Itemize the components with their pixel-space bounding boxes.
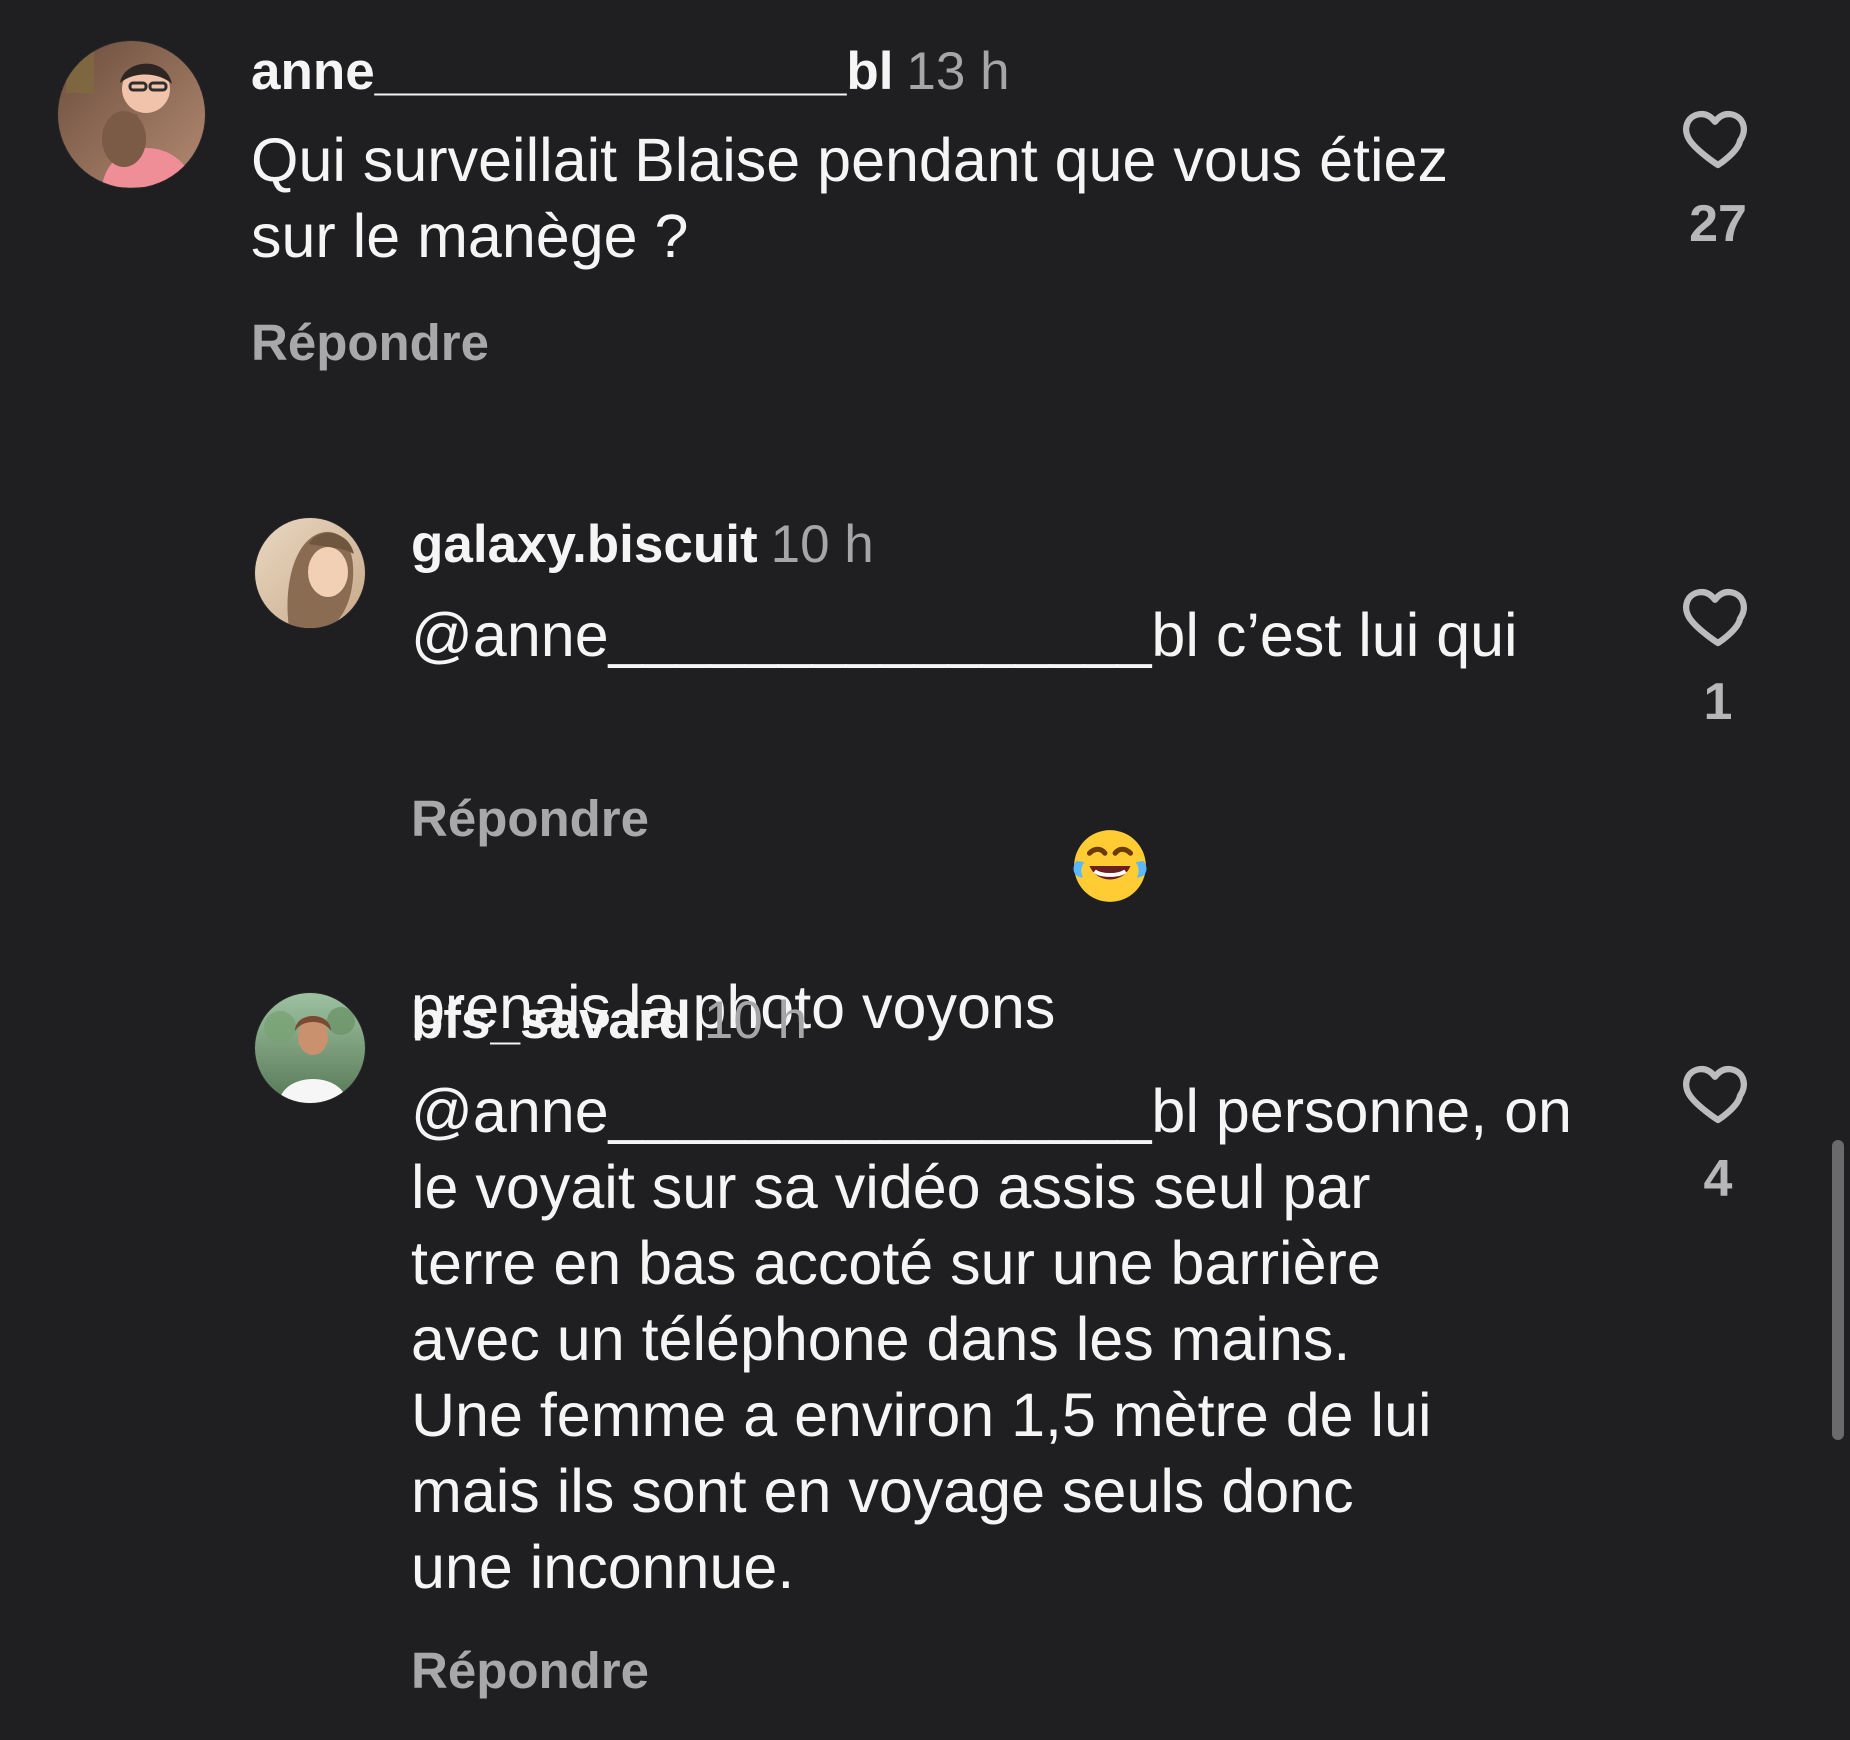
avatar[interactable]: [255, 993, 365, 1103]
reply-button[interactable]: Répondre: [411, 1645, 649, 1696]
like-control[interactable]: 1: [1672, 580, 1764, 728]
timestamp: 10 h: [703, 991, 808, 1050]
comment-header: bfs_savard 10 h: [411, 994, 807, 1047]
username[interactable]: anne________________bl: [251, 42, 893, 101]
comments-screen: anne________________bl 13 h Qui surveilla…: [0, 0, 1850, 1740]
comment-header: anne________________bl 13 h: [251, 45, 1010, 98]
scrollbar[interactable]: [1832, 1140, 1844, 1440]
username[interactable]: bfs_savard: [411, 991, 691, 1050]
comment-text: Qui surveillait Blaise pendant que vous …: [251, 126, 1448, 270]
reply-button[interactable]: Répondre: [411, 793, 649, 844]
like-count: 4: [1703, 1150, 1733, 1208]
comment-header: galaxy.biscuit 10 h: [411, 518, 874, 571]
avatar[interactable]: [58, 41, 205, 188]
like-control[interactable]: 4: [1672, 1057, 1764, 1205]
timestamp: 13 h: [906, 42, 1010, 101]
like-control[interactable]: 27: [1672, 102, 1764, 250]
like-count: 1: [1703, 673, 1733, 731]
laughing-crying-emoji-icon: [1069, 673, 1151, 902]
comment-text: @anne________________bl personne, on le …: [411, 1077, 1572, 1601]
heart-outline-icon[interactable]: [1678, 580, 1758, 652]
avatar[interactable]: [255, 518, 365, 628]
timestamp: 10 h: [770, 515, 874, 574]
username[interactable]: galaxy.biscuit: [411, 515, 758, 574]
reply-button[interactable]: Répondre: [251, 317, 489, 368]
like-count: 27: [1689, 195, 1747, 253]
heart-outline-icon[interactable]: [1678, 102, 1758, 174]
heart-outline-icon[interactable]: [1678, 1057, 1758, 1129]
